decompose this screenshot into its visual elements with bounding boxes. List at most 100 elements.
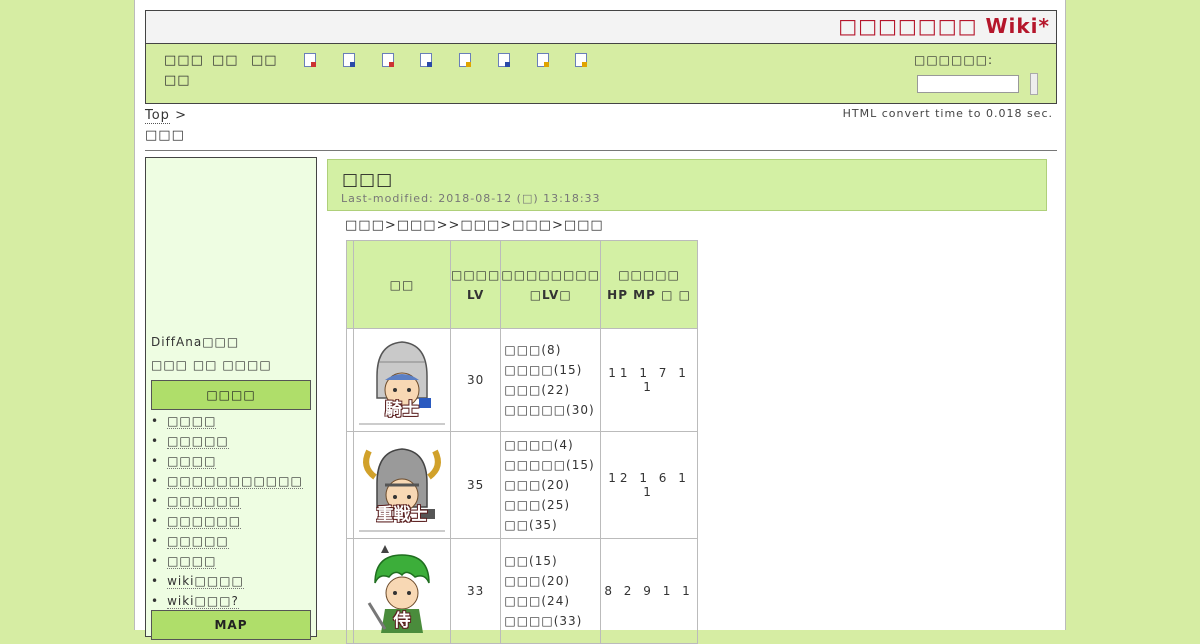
last-modified: Last-modified: 2018-08-12 (□) 13:18:33	[341, 192, 601, 205]
table-cell-lv: 35	[449, 431, 502, 539]
site-title[interactable]: □□□□□□□ Wiki*	[838, 14, 1050, 38]
sidebar-item-link[interactable]: □□□□	[167, 454, 217, 469]
table-header-row: □□ □□□□ LV □□□□□□□□ □LV□ □□□□□ HP MP □ □	[346, 240, 699, 329]
convert-time: HTML convert time to 0.018 sec.	[842, 107, 1053, 120]
table-header-lv-text: □□□□ LV	[451, 267, 501, 302]
skill-item[interactable]: □□(35)	[504, 515, 600, 535]
breadcrumb-separator: >	[169, 108, 187, 123]
portrait-label: 重戦士	[376, 505, 428, 525]
sidebar-text[interactable]: □□□ □□ □□□□	[151, 358, 272, 372]
search-button[interactable]	[1030, 73, 1038, 95]
divider	[145, 150, 1057, 151]
sidebar-item[interactable]: □□□□□□	[151, 491, 303, 511]
page-new-icon[interactable]	[304, 53, 316, 67]
class-table: □□ □□□□ LV □□□□□□□□ □LV□ □□□□□ HP MP □ □	[346, 240, 699, 644]
skill-item[interactable]: □□□□□(30)	[504, 400, 600, 420]
sidebar-item[interactable]: wiki□□□?	[151, 591, 303, 611]
heavy-warrior-portrait: 重戦士	[355, 437, 449, 533]
sidebar-item[interactable]: □□□□□	[151, 431, 303, 451]
table-cell-portrait: 騎士	[353, 328, 451, 432]
table-cell-lv: 33	[449, 538, 502, 644]
table-cell-portrait: 侍	[353, 538, 451, 644]
table-cell-stats: 11 1 7 1 1	[600, 328, 699, 432]
table-cell-spacer	[346, 538, 354, 644]
table-cell-skills: □□(15) □□□(20) □□□(24) □□□□(33)	[500, 538, 602, 644]
sidebar-item[interactable]: wiki□□□□	[151, 571, 303, 591]
table-row: 侍 33 □□(15) □□□(20) □□□(24) □□□□(33) 8 2…	[346, 538, 699, 644]
skill-item[interactable]: □□□(20)	[504, 571, 600, 591]
knight-portrait: 騎士	[355, 332, 449, 428]
skill-item[interactable]: □□□(20)	[504, 475, 600, 495]
page-edit-icon[interactable]	[343, 53, 355, 67]
breadcrumb-top-link[interactable]: Top	[145, 108, 170, 124]
table-header-spacer	[346, 240, 354, 329]
table-cell-stats: 8 2 9 1 1	[600, 538, 699, 644]
sidebar-item[interactable]: □□□□	[151, 451, 303, 471]
page-backup-icon[interactable]	[420, 53, 432, 67]
table-cell-skills: □□□□(4) □□□□□(15) □□□(20) □□□(25) □□(35)	[500, 431, 602, 539]
breadcrumb: Top > □□□	[145, 106, 187, 146]
page-copy-icon[interactable]	[498, 53, 510, 67]
table-header-class: □□	[353, 240, 451, 329]
sidebar-item-link[interactable]: □□□□□	[167, 534, 229, 549]
table-cell-portrait: 重戦士	[353, 431, 451, 539]
sidebar-menu-heading: □□□□	[151, 380, 311, 410]
table-cell-skills: □□□(8) □□□□(15) □□□(22) □□□□□(30)	[500, 328, 602, 432]
table-cell-spacer	[346, 431, 354, 539]
search-label: □□□□□□:	[914, 53, 994, 67]
nav-link-1[interactable]: □□□	[164, 53, 204, 68]
nav-link-4[interactable]: □□	[164, 73, 191, 88]
sidebar-item-link[interactable]: □□□□	[167, 414, 217, 429]
skill-item[interactable]: □□□□(33)	[504, 611, 600, 631]
table-header-stats-text: □□□□□ HP MP □ □	[607, 267, 691, 302]
category-path[interactable]: □□□>□□□>>□□□>□□□>□□□	[345, 218, 604, 233]
samurai-portrait: 侍	[355, 543, 449, 639]
table-row: 騎士 30 □□□(8) □□□□(15) □□□(22) □□□□□(30) …	[346, 328, 699, 432]
breadcrumb-current: □□□	[145, 128, 185, 143]
skill-item[interactable]: □□□(24)	[504, 591, 600, 611]
skill-item[interactable]: □□□□(4)	[504, 435, 600, 455]
nav-link-3[interactable]: □□	[251, 53, 278, 68]
table-cell-lv: 30	[449, 328, 502, 432]
skill-item[interactable]: □□□□(15)	[504, 360, 600, 380]
sidebar-item-link[interactable]: wiki□□□?	[167, 594, 239, 609]
sidebar-menu-list: □□□□ □□□□□ □□□□ □□□□□□□□□□□ □□□□□□ □□□□□…	[151, 411, 303, 611]
skill-item[interactable]: □□□(8)	[504, 340, 600, 360]
skill-item[interactable]: □□□(22)	[504, 380, 600, 400]
table-header-lv: □□□□ LV	[449, 240, 502, 329]
page-container: □□□□□□□ Wiki* □□□ □□ □□ □□ □□□□□□: Top >…	[134, 0, 1066, 644]
sidebar-item-link[interactable]: □□□□□□	[167, 514, 242, 529]
sidebar-item-link[interactable]: □□□□□□□□□□□	[167, 474, 303, 489]
table-cell-stats: 12 1 6 1 1	[600, 431, 699, 539]
page-help-icon[interactable]	[575, 53, 587, 67]
sidebar-item[interactable]: □□□□	[151, 411, 303, 431]
sidebar-item-link[interactable]: □□□□	[167, 554, 217, 569]
page-freeze-icon[interactable]	[459, 53, 471, 67]
sidebar-item-link[interactable]: □□□□□	[167, 434, 229, 449]
table-row: 重戦士 35 □□□□(4) □□□□□(15) □□□(20) □□□(25)…	[346, 431, 699, 539]
skill-item[interactable]: □□□□□(15)	[504, 455, 600, 475]
sidebar-item-link[interactable]: wiki□□□□	[167, 574, 244, 589]
content-title-box: □□□ Last-modified: 2018-08-12 (□) 13:18:…	[327, 159, 1047, 211]
sidebar-item[interactable]: □□□□	[151, 551, 303, 571]
skill-item[interactable]: □□□(25)	[504, 495, 600, 515]
table-header-stats: □□□□□ HP MP □ □	[600, 240, 699, 329]
sidebar-diffana-link[interactable]: DiffAna□□□	[151, 335, 239, 349]
sidebar-map-heading: MAP	[151, 610, 311, 640]
page-diff-icon[interactable]	[382, 53, 394, 67]
sidebar-item[interactable]: □□□□□	[151, 531, 303, 551]
table-cell-spacer	[346, 328, 354, 432]
portrait-label: 侍	[393, 611, 411, 631]
search-input[interactable]	[917, 75, 1019, 93]
table-header-skills-text: □□□□□□□□ □LV□	[501, 267, 601, 302]
nav-link-2[interactable]: □□	[212, 53, 239, 68]
page-title: □□□	[342, 170, 394, 190]
sidebar-item[interactable]: □□□□□□	[151, 511, 303, 531]
table-header-skills: □□□□□□□□ □LV□	[500, 240, 602, 329]
page-list-icon[interactable]	[537, 53, 549, 67]
sidebar-item-link[interactable]: □□□□□□	[167, 494, 242, 509]
navigation-bar: □□□ □□ □□ □□ □□□□□□:	[145, 43, 1057, 104]
skill-item[interactable]: □□(15)	[504, 551, 600, 571]
portrait-label: 騎士	[385, 400, 419, 420]
sidebar-item[interactable]: □□□□□□□□□□□	[151, 471, 303, 491]
